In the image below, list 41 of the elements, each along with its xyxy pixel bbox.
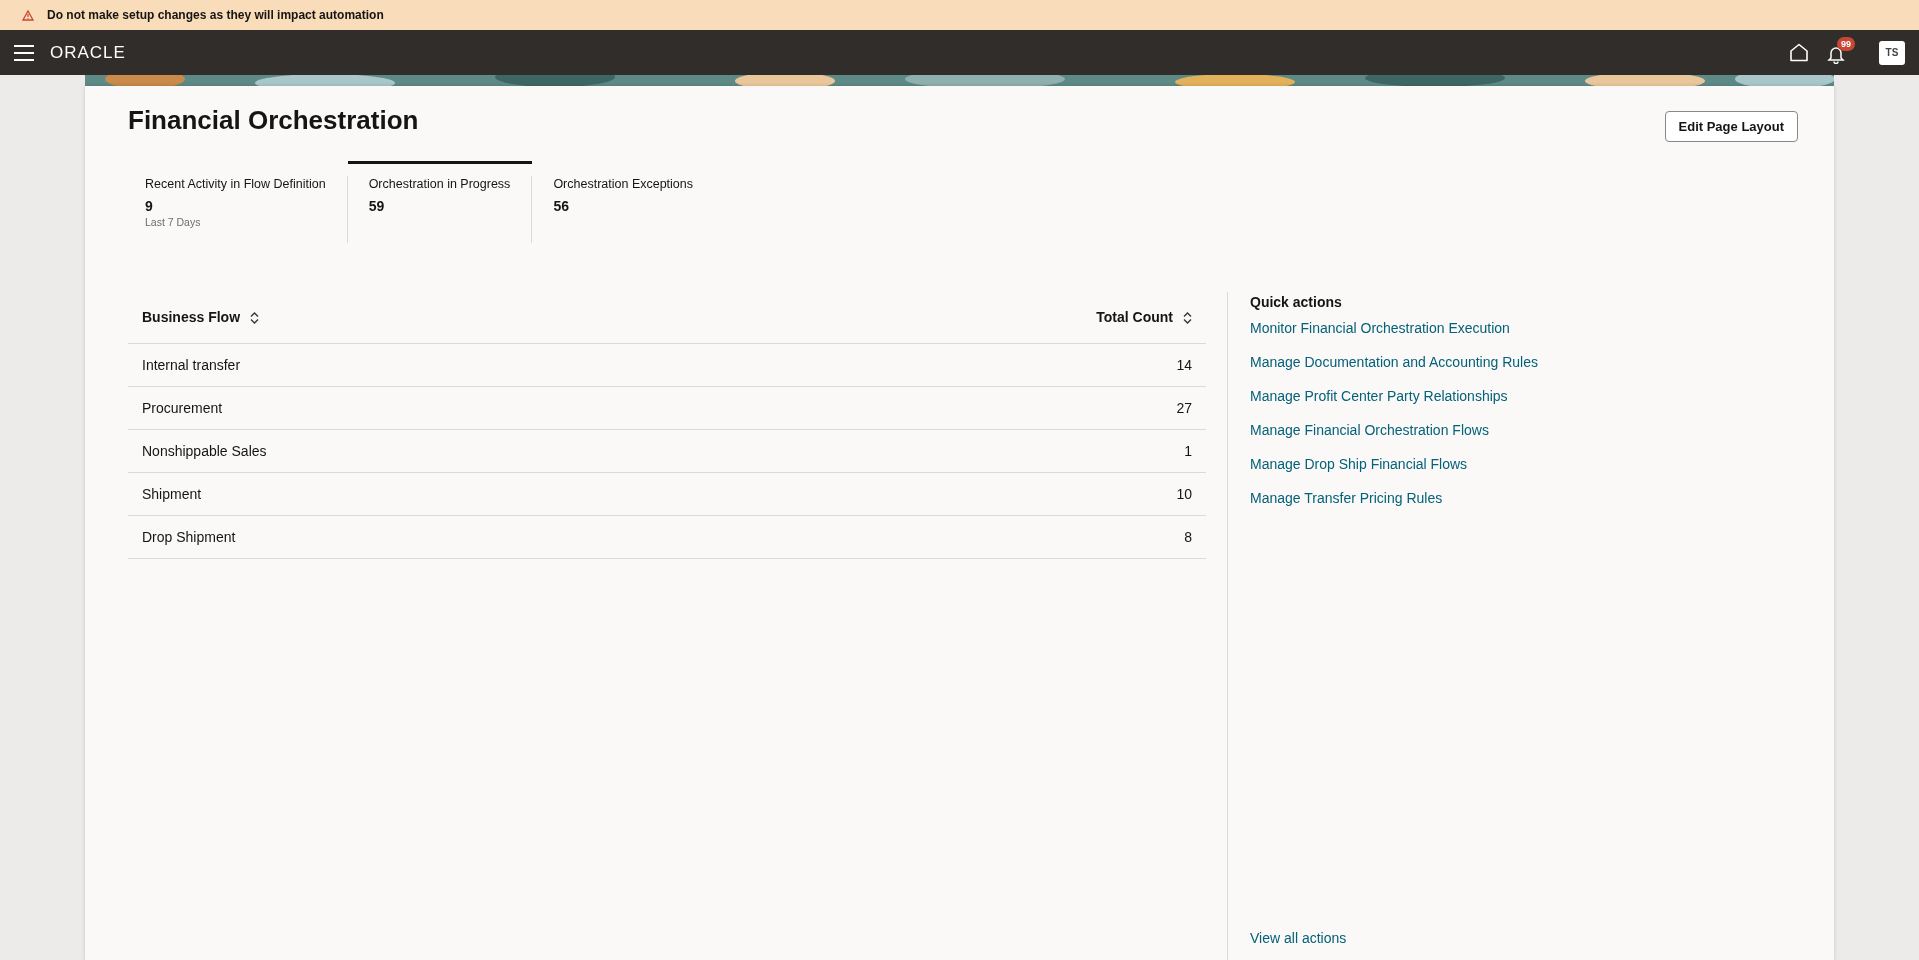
warning-icon bbox=[22, 9, 34, 21]
table-cell-text: 8 bbox=[1184, 527, 1192, 547]
table-cell-text: 10 bbox=[1176, 484, 1192, 504]
notification-badge: 99 bbox=[1837, 36, 1855, 51]
sort-icon[interactable] bbox=[250, 311, 260, 324]
table-cell-text: 14 bbox=[1176, 355, 1192, 375]
table-cell-text: Internal transfer bbox=[142, 355, 241, 375]
quick-action-link[interactable]: Monitor Financial Orchestration Execution bbox=[1250, 318, 1538, 339]
home-icon[interactable] bbox=[1789, 43, 1809, 62]
quick-action-link[interactable]: Manage Drop Ship Financial Flows bbox=[1250, 454, 1538, 475]
column-header[interactable]: Total Count bbox=[1096, 307, 1173, 328]
table-cell-text: Procurement bbox=[142, 398, 223, 418]
sort-icon[interactable] bbox=[1183, 311, 1192, 324]
table-cell-text: 27 bbox=[1176, 398, 1192, 418]
view-all-link[interactable]: View all actions bbox=[1250, 928, 1538, 949]
tab-caption: Last 7 Days bbox=[145, 216, 202, 229]
table-cell-text: Drop Shipment bbox=[142, 527, 236, 547]
quick-action-link[interactable]: Manage Financial Orchestration Flows bbox=[1250, 420, 1538, 441]
quick-action-link[interactable]: Manage Transfer Pricing Rules bbox=[1250, 488, 1538, 509]
metric-tab[interactable]: Orchestration Exceptions 56 bbox=[532, 161, 715, 245]
table-cell-text: Nonshippable Sales bbox=[142, 441, 267, 461]
metric-tab[interactable]: Orchestration in Progress 59 bbox=[347, 161, 533, 245]
user-avatar[interactable]: TS bbox=[1879, 40, 1905, 65]
tab-label: Orchestration Exceptions bbox=[553, 176, 694, 192]
quick-action-link[interactable]: Manage Documentation and Accounting Rules bbox=[1250, 352, 1538, 373]
warning-message: Do not make setup changes as they will impact automation bbox=[47, 7, 384, 24]
logo[interactable]: ORACLE bbox=[50, 39, 126, 66]
table-cell-text: 1 bbox=[1184, 441, 1192, 461]
tab-value: 56 bbox=[553, 198, 570, 214]
page-title: Financial Orchestration bbox=[128, 104, 419, 136]
edit-layout-button[interactable]: Edit Page Layout bbox=[1664, 111, 1798, 142]
menu-icon[interactable] bbox=[14, 44, 34, 61]
tab-label: Recent Activity in Flow Definition bbox=[145, 176, 326, 192]
tab-value: 9 bbox=[145, 198, 154, 214]
quick-action-link[interactable]: Manage Profit Center Party Relationships bbox=[1250, 386, 1538, 407]
tab-label: Orchestration in Progress bbox=[368, 176, 511, 192]
metric-tab[interactable]: Recent Activity in Flow Definition 9 Last 7 Days bbox=[124, 161, 348, 245]
tab-value: 59 bbox=[368, 198, 386, 214]
table-cell-text: Shipment bbox=[142, 484, 202, 504]
quick-actions-title: Quick actions bbox=[1250, 293, 1343, 311]
column-header[interactable]: Business Flow bbox=[142, 307, 241, 328]
